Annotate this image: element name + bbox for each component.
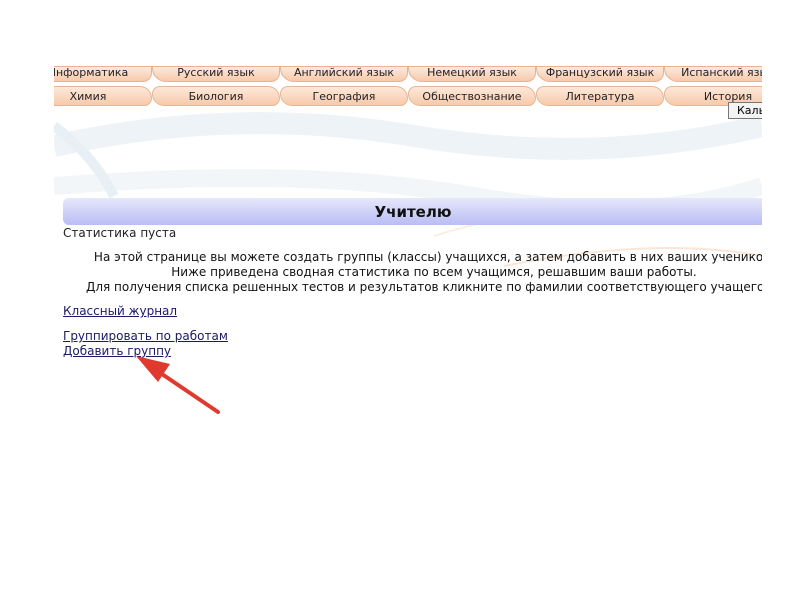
tab-chemistry[interactable]: Химия xyxy=(54,86,152,106)
group-by-works-link[interactable]: Группировать по работам xyxy=(63,329,228,343)
page-viewport: Информатика Русский язык Английский язык… xyxy=(54,66,762,416)
tab-informatics[interactable]: Информатика xyxy=(54,66,152,82)
class-journal-link[interactable]: Классный журнал xyxy=(63,304,177,318)
tab-russian[interactable]: Русский язык xyxy=(152,66,280,82)
background-swoosh xyxy=(54,112,762,267)
tab-biology[interactable]: Биология xyxy=(152,86,280,106)
subject-tabs-row-2: Химия Биология География Обществознание … xyxy=(54,86,762,106)
tab-literature[interactable]: Литература xyxy=(536,86,664,106)
stats-empty-label: Статистика пуста xyxy=(63,226,177,240)
info-line: Ниже приведена сводная статистика по все… xyxy=(171,265,697,279)
tab-french[interactable]: Французский язык xyxy=(536,66,664,82)
subject-tabs-row-1: Информатика Русский язык Английский язык… xyxy=(54,66,762,82)
tab-spanish[interactable]: Испанский язык xyxy=(664,66,762,82)
calendar-button[interactable]: Каль xyxy=(728,102,762,119)
tab-german[interactable]: Немецкий язык xyxy=(408,66,536,82)
info-line: Для получения списка решенных тестов и р… xyxy=(85,280,762,294)
info-text: На этой странице вы можете создать групп… xyxy=(54,250,762,295)
tab-english[interactable]: Английский язык xyxy=(280,66,408,82)
add-group-link[interactable]: Добавить группу xyxy=(63,344,171,358)
page-title: Учителю xyxy=(63,198,762,225)
tab-geography[interactable]: География xyxy=(280,86,408,106)
info-line: На этой странице вы можете создать групп… xyxy=(93,250,762,264)
tab-social-studies[interactable]: Обществознание xyxy=(408,86,536,106)
